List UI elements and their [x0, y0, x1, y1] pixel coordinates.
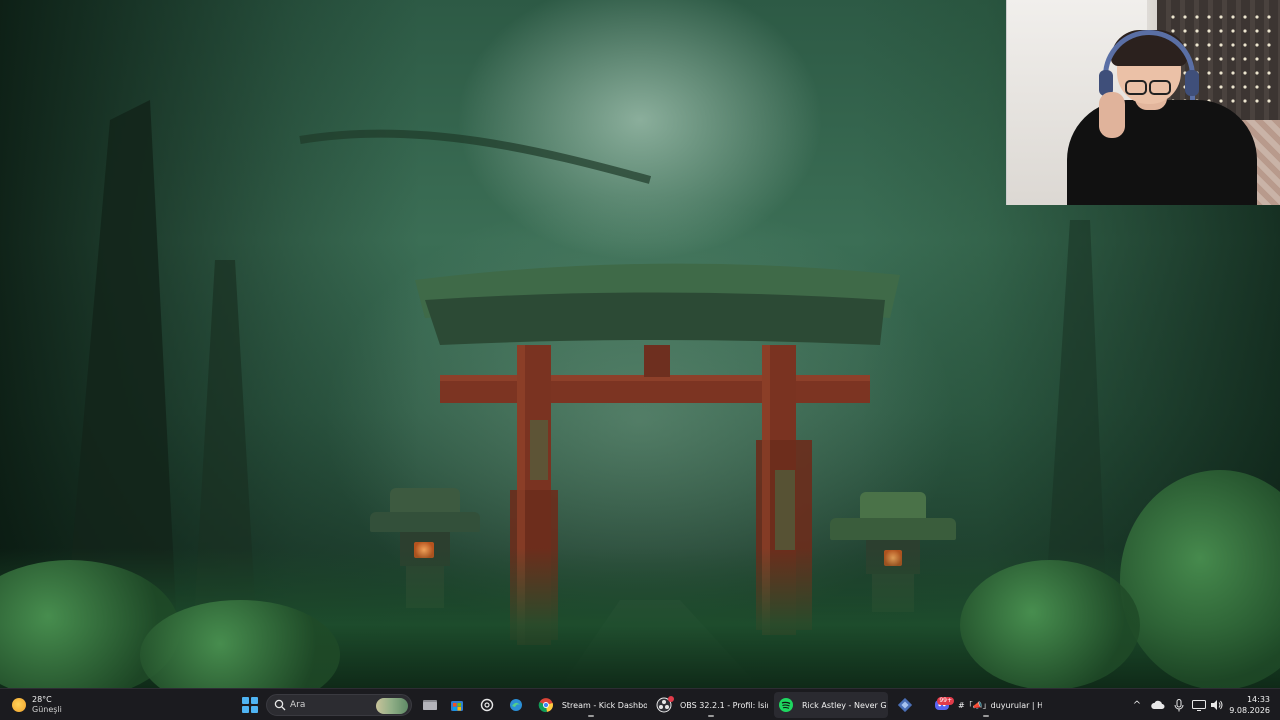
speaker-icon[interactable]	[1209, 697, 1225, 713]
webcam-person-hand	[1099, 92, 1125, 138]
unknown-app-button[interactable]	[894, 692, 916, 718]
search-box[interactable]	[266, 694, 412, 716]
taskbar-obs[interactable]: OBS 32.2.1 - Profil: İsimsiz	[652, 692, 770, 718]
sun-icon	[12, 698, 26, 712]
search-input[interactable]	[290, 700, 370, 710]
taskbar: 28°C Güneşli Ara Stream - Kick Dashbo OB…	[0, 688, 1280, 720]
webcam-glasses-left	[1125, 80, 1147, 95]
discord-window-title: #「📣」duyurular | Hatcil	[958, 700, 1042, 710]
chatgpt-icon	[480, 698, 494, 712]
clock-date: 9.08.2026	[1229, 706, 1270, 715]
webcam-glasses-right	[1149, 80, 1171, 95]
obs-icon	[656, 696, 674, 713]
chrome-icon	[538, 698, 553, 713]
microsoft-store-button[interactable]	[446, 692, 468, 718]
taskbar-spotify[interactable]: Rick Astley - Never Gonna Give You Up	[774, 692, 888, 718]
cloud-icon[interactable]	[1150, 697, 1166, 713]
tray-overflow-chevron-icon[interactable]: ^	[1129, 697, 1145, 713]
wallpaper-shrub	[960, 560, 1140, 688]
start-button[interactable]	[238, 692, 262, 718]
weather-condition: Güneşli	[32, 705, 62, 714]
edge-icon	[510, 699, 522, 711]
file-explorer-button[interactable]	[419, 692, 441, 718]
clock-time: 14:33	[1246, 695, 1270, 704]
edge-button[interactable]	[505, 692, 527, 718]
search-highlight-image[interactable]	[376, 698, 408, 714]
webcam-headset-earcup-right	[1185, 70, 1199, 96]
clock-button[interactable]: 14:33 9.08.2026	[1228, 692, 1274, 718]
discord-notification-badge: 99+	[937, 697, 954, 705]
microphone-icon[interactable]	[1171, 697, 1187, 713]
spotify-window-title: Rick Astley - Never Gonna Give You Up	[802, 700, 886, 710]
search-icon	[274, 699, 286, 711]
chatgpt-button[interactable]	[476, 692, 498, 718]
folder-icon	[423, 700, 437, 710]
app-icon	[898, 698, 912, 712]
chrome-window-title: Stream - Kick Dashboard	[561, 700, 647, 710]
obs-window-title: OBS 32.2.1 - Profil: İsimsiz	[680, 700, 768, 710]
taskbar-chrome-stream[interactable]: Stream - Kick Dashboard	[534, 692, 647, 718]
webcam-person-shirt	[1067, 100, 1257, 205]
webcam-overlay	[1006, 0, 1280, 205]
store-icon	[451, 701, 463, 711]
windows-logo-icon	[242, 697, 258, 713]
taskbar-discord[interactable]: 99+ #「📣」duyurular | Hatcil	[930, 692, 1042, 718]
discord-icon: 99+	[934, 697, 954, 713]
display-icon[interactable]	[1191, 697, 1207, 713]
spotify-icon	[779, 698, 793, 712]
weather-widget[interactable]: 28°C Güneşli	[8, 692, 66, 718]
weather-temperature: 28°C	[32, 695, 52, 704]
